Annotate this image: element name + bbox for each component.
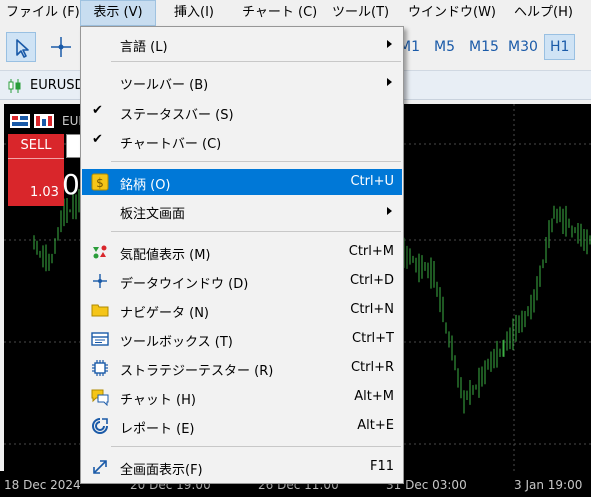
sell-label: SELL <box>20 138 52 153</box>
timeframe-h1[interactable]: H1 <box>544 34 576 60</box>
menu-item-toolbar[interactable]: ツールバー (B) <box>82 69 402 95</box>
crosshair-icon <box>51 37 71 57</box>
menu-item-label: 気配値表示 (M) <box>120 248 211 263</box>
menu-item-report[interactable]: レポート (E) Alt+E <box>82 413 402 439</box>
menu-item-shortcut: Alt+E <box>357 418 394 433</box>
svg-text:$: $ <box>96 176 104 190</box>
menu-item-shortcut: Ctrl+R <box>350 360 394 375</box>
menu-item-label: 板注文画面 <box>120 207 186 222</box>
report-icon <box>92 418 108 434</box>
menu-item-label: 全画面表示(F) <box>120 463 203 478</box>
x-axis-label: 3 Jan 19:00 <box>514 478 583 492</box>
chat-icon <box>91 389 109 406</box>
timeframe-m5[interactable]: M5 <box>434 39 455 55</box>
menu-item-shortcut: Ctrl+N <box>350 302 394 317</box>
menu-item-strategy-tester[interactable]: ストラテジーテスター (R) Ctrl+R <box>82 355 402 381</box>
submenu-arrow-icon <box>387 78 392 86</box>
menu-item-shortcut: Alt+M <box>354 389 394 404</box>
cursor-tool-button[interactable] <box>6 32 36 62</box>
menu-item-label: ツールボックス (T) <box>120 335 233 350</box>
submenu-arrow-icon <box>387 40 392 48</box>
submenu-arrow-icon <box>387 207 392 215</box>
crosshair-icon <box>93 274 107 288</box>
menu-insert[interactable]: 挿入(I) <box>174 0 214 26</box>
menu-item-label: データウインドウ (D) <box>120 277 249 292</box>
view-menu: 言語 (L) ツールバー (B) ✔ ステータスバー (S) ✔ チャートバー … <box>80 26 404 484</box>
menu-item-label: ステータスバー (S) <box>120 108 234 123</box>
menu-item-label: レポート (E) <box>120 422 195 437</box>
menu-bar: ファイル (F) 表示 (V) 挿入(I) チャート (C) ツール(T) ウイ… <box>0 0 591 26</box>
menu-item-shortcut: Ctrl+M <box>348 244 394 259</box>
menu-separator <box>111 161 401 162</box>
menu-item-shortcut: Ctrl+T <box>352 331 394 346</box>
menu-item-label: チャートバー (C) <box>120 137 222 152</box>
menu-item-label: ストラテジーテスター (R) <box>120 364 274 379</box>
sell-divider <box>8 158 64 159</box>
folder-icon <box>91 304 109 317</box>
menu-item-navigator[interactable]: ナビゲータ (N) Ctrl+N <box>82 297 402 323</box>
menu-help[interactable]: ヘルプ(H) <box>514 0 573 26</box>
crosshair-tool-button[interactable] <box>46 32 76 62</box>
menu-item-market-watch[interactable]: 気配値表示 (M) Ctrl+M <box>82 239 402 265</box>
menu-item-language[interactable]: 言語 (L) <box>82 31 402 57</box>
toolbox-icon <box>91 332 109 346</box>
menu-separator <box>111 231 401 232</box>
chart-tab-eurusd[interactable]: EURUSD <box>30 78 85 93</box>
checkmark-icon: ✔ <box>92 132 103 147</box>
menu-file[interactable]: ファイル (F) <box>6 0 80 26</box>
menu-item-chartbar[interactable]: ✔ チャートバー (C) <box>82 128 402 154</box>
candlestick-icon <box>8 79 21 93</box>
menu-chart[interactable]: チャート (C) <box>242 0 317 26</box>
sell-price-big: 0 <box>62 168 80 201</box>
timeframe-m30[interactable]: M30 <box>508 39 538 55</box>
menu-separator <box>111 61 401 62</box>
menu-tools[interactable]: ツール(T) <box>332 0 389 26</box>
chip-icon <box>92 360 108 376</box>
menu-item-chat[interactable]: チャット (H) Alt+M <box>82 384 402 410</box>
cursor-icon <box>16 39 29 58</box>
menu-item-label: 言語 (L) <box>120 40 168 55</box>
menu-item-depth-of-market[interactable]: 板注文画面 <box>82 198 402 224</box>
market-watch-icon <box>93 245 107 259</box>
dollar-icon: $ <box>91 173 109 191</box>
fullscreen-icon <box>93 460 107 474</box>
menu-item-shortcut: F11 <box>369 459 394 474</box>
menu-view[interactable]: 表示 (V) <box>80 0 156 26</box>
menu-item-label: 銘柄 (O) <box>120 178 171 193</box>
menu-item-fullscreen[interactable]: 全画面表示(F) F11 <box>82 454 402 480</box>
menu-item-label: ナビゲータ (N) <box>120 306 210 321</box>
menu-item-statusbar[interactable]: ✔ ステータスバー (S) <box>82 99 402 125</box>
menu-item-shortcut: Ctrl+U <box>350 174 394 189</box>
sell-price-small: 1.03 <box>30 185 59 200</box>
menu-item-toolbox[interactable]: ツールボックス (T) Ctrl+T <box>82 326 402 352</box>
timeframe-m15[interactable]: M15 <box>469 39 499 55</box>
menu-item-symbols[interactable]: $ 銘柄 (O) Ctrl+U <box>82 169 402 195</box>
menu-separator <box>111 446 401 447</box>
checkmark-icon: ✔ <box>92 103 103 118</box>
menu-item-shortcut: Ctrl+D <box>349 273 394 288</box>
menu-item-label: チャット (H) <box>120 393 196 408</box>
menu-item-label: ツールバー (B) <box>120 78 209 93</box>
menu-item-data-window[interactable]: データウインドウ (D) Ctrl+D <box>82 268 402 294</box>
x-axis-label: 18 Dec 2024 <box>4 478 81 492</box>
menu-window[interactable]: ウインドウ(W) <box>408 0 496 26</box>
chart-window-icon <box>10 114 54 128</box>
